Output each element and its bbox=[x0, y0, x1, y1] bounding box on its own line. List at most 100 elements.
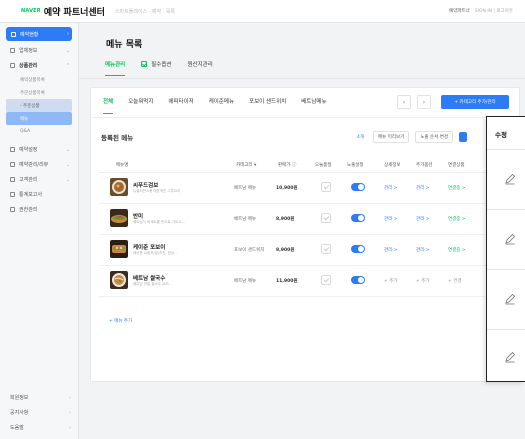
menu-name[interactable]: 베트남 쌀국수 bbox=[133, 274, 165, 282]
sidebar-item-label: 공지사항 bbox=[10, 410, 29, 416]
menu-price: 11,900원 bbox=[276, 279, 298, 284]
pencil-icon[interactable] bbox=[504, 351, 516, 363]
chevron-down-icon: ⌄ bbox=[65, 161, 70, 168]
linked-add-link[interactable]: + 연결 bbox=[448, 278, 461, 284]
breadcrumb: 스마트플레이스 · 예약 · 목록 bbox=[114, 8, 176, 15]
table-header: 메뉴명 카테고리 ▾ 판매가 ⓘ 오늘품절 노출설정 상세정보 추가옵션 연결상… bbox=[99, 157, 519, 173]
sidebar-item-help[interactable]: 도움말 › bbox=[0, 420, 79, 435]
category-tab[interactable]: 베트남메뉴 bbox=[301, 97, 326, 114]
sidebar-item-product-management[interactable]: 상품관리 ⌃ bbox=[0, 58, 78, 73]
divider bbox=[487, 149, 525, 150]
category-tab-all[interactable]: 전체 bbox=[103, 97, 114, 114]
visibility-toggle[interactable] bbox=[351, 214, 365, 222]
sidebar-sub-menu[interactable]: 메뉴 bbox=[6, 112, 72, 125]
chevron-right-icon: › bbox=[69, 409, 71, 416]
pencil-icon[interactable] bbox=[504, 233, 516, 245]
sidebar-item-reservation-settings[interactable]: 예약설정 ⌄ bbox=[0, 142, 78, 157]
visibility-toggle[interactable] bbox=[351, 183, 365, 191]
menu-count: 4개 bbox=[357, 135, 365, 140]
section-title: 등록된 메뉴 bbox=[101, 134, 134, 142]
edit-panel: 수정 bbox=[486, 116, 525, 382]
check-icon bbox=[141, 61, 148, 67]
menu-name[interactable]: 반미 bbox=[133, 212, 143, 220]
sidebar-item-business-info[interactable]: 업체정보 ⌄ bbox=[0, 43, 78, 58]
category-tab[interactable]: 오늘뭐먹지 bbox=[128, 97, 153, 114]
detail-link[interactable]: 관리 > bbox=[384, 216, 397, 222]
menu-category: 포보이 샌드위치 bbox=[234, 248, 265, 253]
sidebar-item-statistics[interactable]: 통계보고서 bbox=[0, 187, 78, 202]
menu-thumbnail bbox=[110, 240, 128, 258]
chevron-right-icon: › bbox=[67, 31, 69, 37]
option-link[interactable]: 관리 > bbox=[416, 185, 429, 191]
reorder-button[interactable]: 노출 순서 변경 bbox=[415, 131, 453, 143]
col-visibility: 노출설정 bbox=[347, 162, 364, 168]
menu-name[interactable]: 케이준 포보이 bbox=[133, 243, 165, 251]
menu-name[interactable]: 씨푸드검보 bbox=[133, 181, 158, 189]
visibility-toggle[interactable] bbox=[351, 276, 365, 284]
user-name[interactable]: 예약파트너 bbox=[449, 8, 470, 14]
col-category[interactable]: 카테고리 ▾ bbox=[236, 162, 256, 168]
more-button[interactable] bbox=[459, 132, 467, 142]
sidebar-item-label: 예약관리/리뷰 bbox=[19, 162, 49, 168]
option-link[interactable]: 관리 > bbox=[416, 216, 429, 222]
sidebar-item-member-info[interactable]: 회원정보 › bbox=[0, 390, 79, 405]
category-tab[interactable]: 에피타이저 bbox=[168, 97, 193, 114]
menu-preview-button[interactable]: 메뉴 미리보기 bbox=[373, 131, 410, 143]
menu-desc: 베트남식 바게트를 반으로 가르고... bbox=[133, 220, 185, 224]
next-arrow-button[interactable]: › bbox=[417, 95, 431, 109]
menu-category: 베트남 메뉴 bbox=[234, 279, 257, 284]
sidebar-sub-reservation-products[interactable]: 예약상품목록 bbox=[0, 73, 78, 86]
divider bbox=[79, 78, 525, 79]
chevron-down-icon: ⌄ bbox=[65, 47, 70, 54]
tab-required-options[interactable]: 필수옵션 bbox=[141, 60, 172, 76]
tab-menu-management[interactable]: 메뉴관리 bbox=[105, 60, 126, 76]
sidebar-item-review-management[interactable]: 예약관리/리뷰 ⌄ bbox=[0, 157, 78, 172]
soldout-checkbox[interactable] bbox=[321, 182, 331, 192]
chevron-up-icon: ⌃ bbox=[65, 62, 70, 69]
sidebar-item-permissions[interactable]: 권한관리 bbox=[0, 202, 78, 217]
linked-link[interactable]: 연결중 > bbox=[448, 185, 466, 191]
menu-price: 10,900원 bbox=[276, 186, 298, 191]
sidebar-item-reservation-status[interactable]: 예약현황 › bbox=[6, 27, 72, 41]
sidebar-item-notices[interactable]: 공지사항 › bbox=[0, 405, 79, 420]
table-row[interactable]: 씨푸드검보 뉴올리언스풍 대표적인 스튜요리 베트남 메뉴 10,900원 관리… bbox=[99, 174, 519, 204]
pencil-icon[interactable] bbox=[504, 293, 516, 305]
soldout-checkbox[interactable] bbox=[321, 275, 331, 285]
soldout-checkbox[interactable] bbox=[321, 213, 331, 223]
sidebar-sub-order-product[interactable]: - 주문상품 bbox=[6, 99, 72, 112]
linked-link[interactable]: 연결중 > bbox=[448, 216, 466, 222]
user-icon bbox=[10, 177, 15, 182]
detail-link[interactable]: 관리 > bbox=[384, 247, 397, 253]
sidebar-item-customer-management[interactable]: 고객관리 ⌄ bbox=[0, 172, 78, 187]
pencil-icon[interactable] bbox=[504, 173, 516, 185]
table-row[interactable]: 반미 베트남식 바게트를 반으로 가르고... 베트남 메뉴 8,900원 관리… bbox=[99, 205, 519, 235]
linked-link[interactable]: 연결중 > bbox=[448, 247, 466, 253]
page-title: 메뉴 목록 bbox=[106, 40, 143, 50]
option-add-link[interactable]: + 추가 bbox=[416, 278, 429, 284]
category-tab[interactable]: 포보이 샌드위치 bbox=[249, 97, 286, 114]
sidebar-bottom: 회원정보 › 공지사항 › 도움말 › bbox=[0, 390, 79, 435]
table-row[interactable]: 케이준 포보이 케이준 쉬림프/굴/치킨, 양상... 포보이 샌드위치 9,9… bbox=[99, 236, 519, 266]
detail-add-link[interactable]: + 추가 bbox=[384, 278, 397, 284]
soldout-checkbox[interactable] bbox=[321, 244, 331, 254]
tab-label: 필수옵션 bbox=[151, 62, 172, 68]
sidebar-item-label: 권한관리 bbox=[19, 207, 38, 213]
brand-title[interactable]: 예약 파트너센터 bbox=[44, 5, 105, 18]
detail-link[interactable]: 관리 > bbox=[384, 185, 397, 191]
tab-origin-management[interactable]: 원산지관리 bbox=[188, 60, 213, 76]
option-link[interactable]: 관리 > bbox=[416, 247, 429, 253]
prev-arrow-button[interactable]: ‹ bbox=[397, 95, 411, 109]
table-row[interactable]: 베트남 쌀국수 베트남 전통 쌀국수 요리... 베트남 메뉴 11,900원 … bbox=[99, 267, 519, 297]
category-tab[interactable]: 케이준메뉴 bbox=[209, 97, 234, 114]
naver-logo[interactable]: NAVER bbox=[21, 8, 41, 14]
add-menu-link[interactable]: + 메뉴 추가 bbox=[109, 318, 132, 324]
sidebar-item-label: 도움말 bbox=[10, 425, 24, 431]
sidebar-sub-qna[interactable]: Q&A bbox=[0, 125, 78, 138]
sidebar-sub-order-products[interactable]: 주문상품목록 bbox=[0, 86, 78, 99]
add-category-button[interactable]: + 카테고리 추가/관리 bbox=[441, 95, 509, 109]
divider bbox=[487, 269, 525, 270]
account-links[interactable]: SIGN-IN | 로그아웃 bbox=[475, 8, 513, 14]
sidebar-item-label: 상품관리 bbox=[19, 63, 38, 69]
sidebar-item-label: 통계보고서 bbox=[19, 192, 43, 198]
visibility-toggle[interactable] bbox=[351, 245, 365, 253]
